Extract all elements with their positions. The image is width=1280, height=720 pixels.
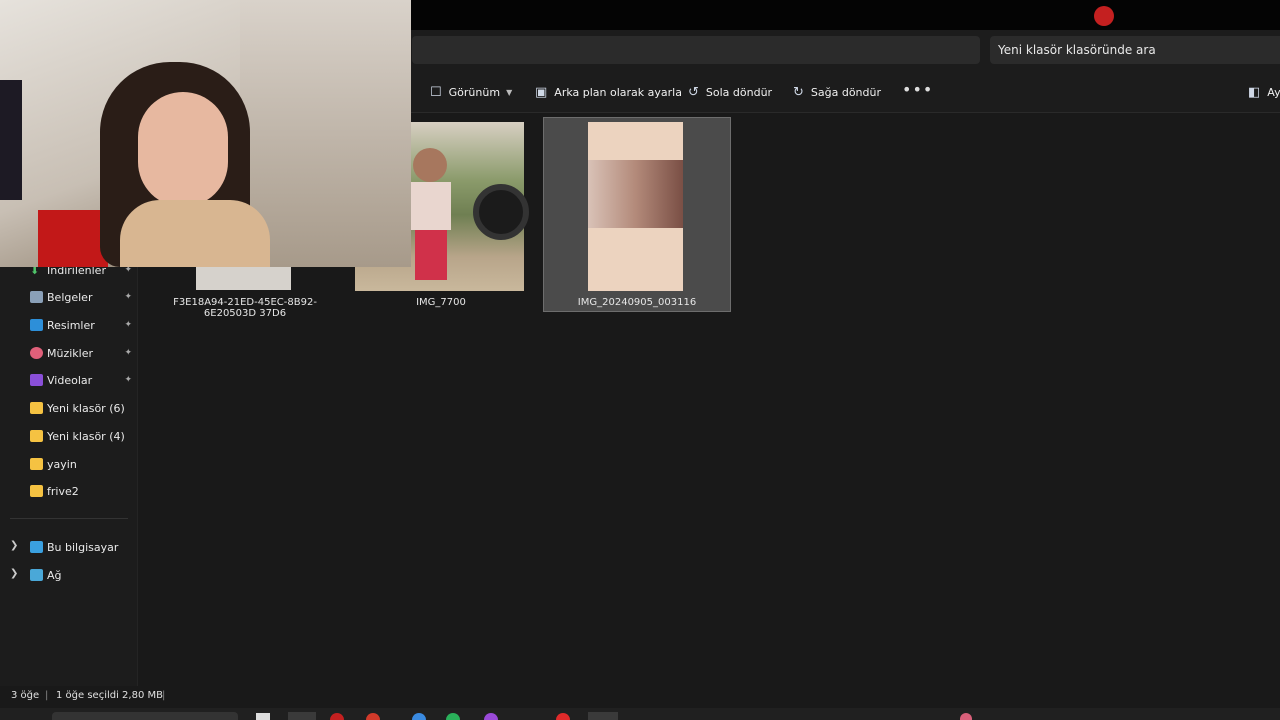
details-pane-icon: ◧ xyxy=(1248,84,1261,100)
taskbar-app-icon[interactable] xyxy=(484,713,498,720)
details-label: Ay xyxy=(1267,85,1280,99)
webcam-overlay xyxy=(0,0,411,267)
chevron-right-icon[interactable]: ❯ xyxy=(10,540,18,551)
file-name[interactable]: F3E18A94-21ED-45EC-8B92-6E20503D 37D6 xyxy=(150,297,340,319)
folder-icon xyxy=(30,458,43,470)
photo-detail xyxy=(473,184,529,240)
taskbar-app-icon[interactable] xyxy=(588,712,618,720)
sidebar-item-frive2[interactable]: frive2 xyxy=(30,481,134,501)
file-name[interactable]: IMG_20240905_003116 xyxy=(545,297,729,308)
details-button[interactable]: ◧ Ay xyxy=(1248,82,1280,102)
rotate-right-label: Sağa döndür xyxy=(810,85,882,99)
sidebar-item-network[interactable]: Ağ xyxy=(30,565,134,585)
sidebar-item-label: Ağ xyxy=(47,568,62,582)
computer-icon xyxy=(30,541,43,553)
sidebar-item-label: Videolar xyxy=(47,373,93,387)
sidebar-item-music[interactable]: Müzikler ✦ xyxy=(30,343,134,363)
view-button[interactable]: ☐ Görünüm ▼ xyxy=(430,82,512,102)
network-icon xyxy=(30,569,43,581)
status-separator: | xyxy=(162,690,166,701)
webcam-detail xyxy=(138,92,228,207)
view-label: Görünüm xyxy=(448,85,501,99)
rotate-left-icon: ↺ xyxy=(688,84,699,100)
pin-icon: ✦ xyxy=(124,320,132,330)
sidebar-item-label: Bu bilgisayar xyxy=(47,540,119,554)
taskbar-app-icon[interactable] xyxy=(556,713,570,720)
taskbar-app-icon[interactable] xyxy=(330,713,344,720)
rotate-right-button[interactable]: ↻ Sağa döndür xyxy=(793,82,881,102)
file-name[interactable]: IMG_7700 xyxy=(355,297,527,308)
taskbar-app-icon[interactable] xyxy=(412,713,426,720)
watermark-logo-icon xyxy=(1094,6,1114,26)
status-item-count: 3 öğe xyxy=(11,690,40,701)
taskbar-app-icon[interactable] xyxy=(366,713,380,720)
sidebar-item-label: Yeni klasör (4) xyxy=(47,429,125,443)
address-bar[interactable] xyxy=(412,36,980,64)
status-selection: 1 öğe seçildi 2,80 MB xyxy=(56,690,163,701)
sidebar-item-label: frive2 xyxy=(47,484,79,498)
set-background-label: Arka plan olarak ayarla xyxy=(554,85,682,99)
sidebar-item-folder-4[interactable]: Yeni klasör (4) xyxy=(30,426,134,446)
taskbar-app-icon[interactable] xyxy=(288,712,316,720)
sidebar-item-this-pc[interactable]: Bu bilgisayar xyxy=(30,537,134,557)
photo-detail xyxy=(415,230,447,280)
sidebar-item-label: Resimler xyxy=(47,318,95,332)
sidebar-item-label: Müzikler xyxy=(47,346,94,360)
taskbar-app-icon[interactable] xyxy=(446,713,460,720)
pictures-icon xyxy=(30,319,43,331)
music-icon xyxy=(30,347,43,359)
sidebar-item-label: yayin xyxy=(47,457,77,471)
photo-detail xyxy=(588,160,683,228)
status-separator: | xyxy=(45,690,49,701)
photo-detail xyxy=(411,182,451,230)
webcam-detail xyxy=(38,210,108,267)
folder-icon xyxy=(30,485,43,497)
documents-icon xyxy=(30,291,43,303)
set-background-button[interactable]: ▣ Arka plan olarak ayarla xyxy=(535,82,682,102)
sidebar-item-label: Belgeler xyxy=(47,290,93,304)
pin-icon: ✦ xyxy=(124,292,132,302)
pin-icon: ✦ xyxy=(124,375,132,385)
folder-icon xyxy=(30,402,43,414)
sidebar-divider xyxy=(10,518,128,519)
sidebar-item-label: Yeni klasör (6) xyxy=(47,401,125,415)
view-icon: ☐ xyxy=(430,84,442,100)
weather-icon[interactable] xyxy=(960,713,972,720)
sidebar-item-documents[interactable]: Belgeler ✦ xyxy=(30,287,134,307)
sidebar-item-yayin[interactable]: yayin xyxy=(30,454,134,474)
rotate-left-button[interactable]: ↺ Sola döndür xyxy=(688,82,772,102)
chevron-right-icon[interactable]: ❯ xyxy=(10,568,18,579)
webcam-detail xyxy=(120,200,270,267)
pin-icon: ✦ xyxy=(124,348,132,358)
webcam-detail xyxy=(0,80,22,200)
taskbar xyxy=(0,708,1280,720)
more-options-button[interactable]: ••• xyxy=(902,80,933,99)
taskbar-search[interactable] xyxy=(52,712,238,720)
rotate-right-icon: ↻ xyxy=(793,84,804,100)
search-input[interactable]: Yeni klasör klasöründe ara xyxy=(990,36,1280,64)
videos-icon xyxy=(30,374,43,386)
wallpaper-icon: ▣ xyxy=(535,84,548,100)
file-thumbnail[interactable] xyxy=(588,122,683,291)
rotate-left-label: Sola döndür xyxy=(705,85,773,99)
sidebar-item-folder-6[interactable]: Yeni klasör (6) xyxy=(30,398,134,418)
sidebar-item-pictures[interactable]: Resimler ✦ xyxy=(30,315,134,335)
folder-icon xyxy=(30,430,43,442)
task-view-icon[interactable] xyxy=(256,713,270,720)
chevron-down-icon: ▼ xyxy=(506,87,513,97)
sidebar-item-videos[interactable]: Videolar ✦ xyxy=(30,370,134,390)
photo-detail xyxy=(413,148,447,182)
status-bar: 3 öğe | 1 öğe seçildi 2,80 MB | xyxy=(0,686,1280,708)
